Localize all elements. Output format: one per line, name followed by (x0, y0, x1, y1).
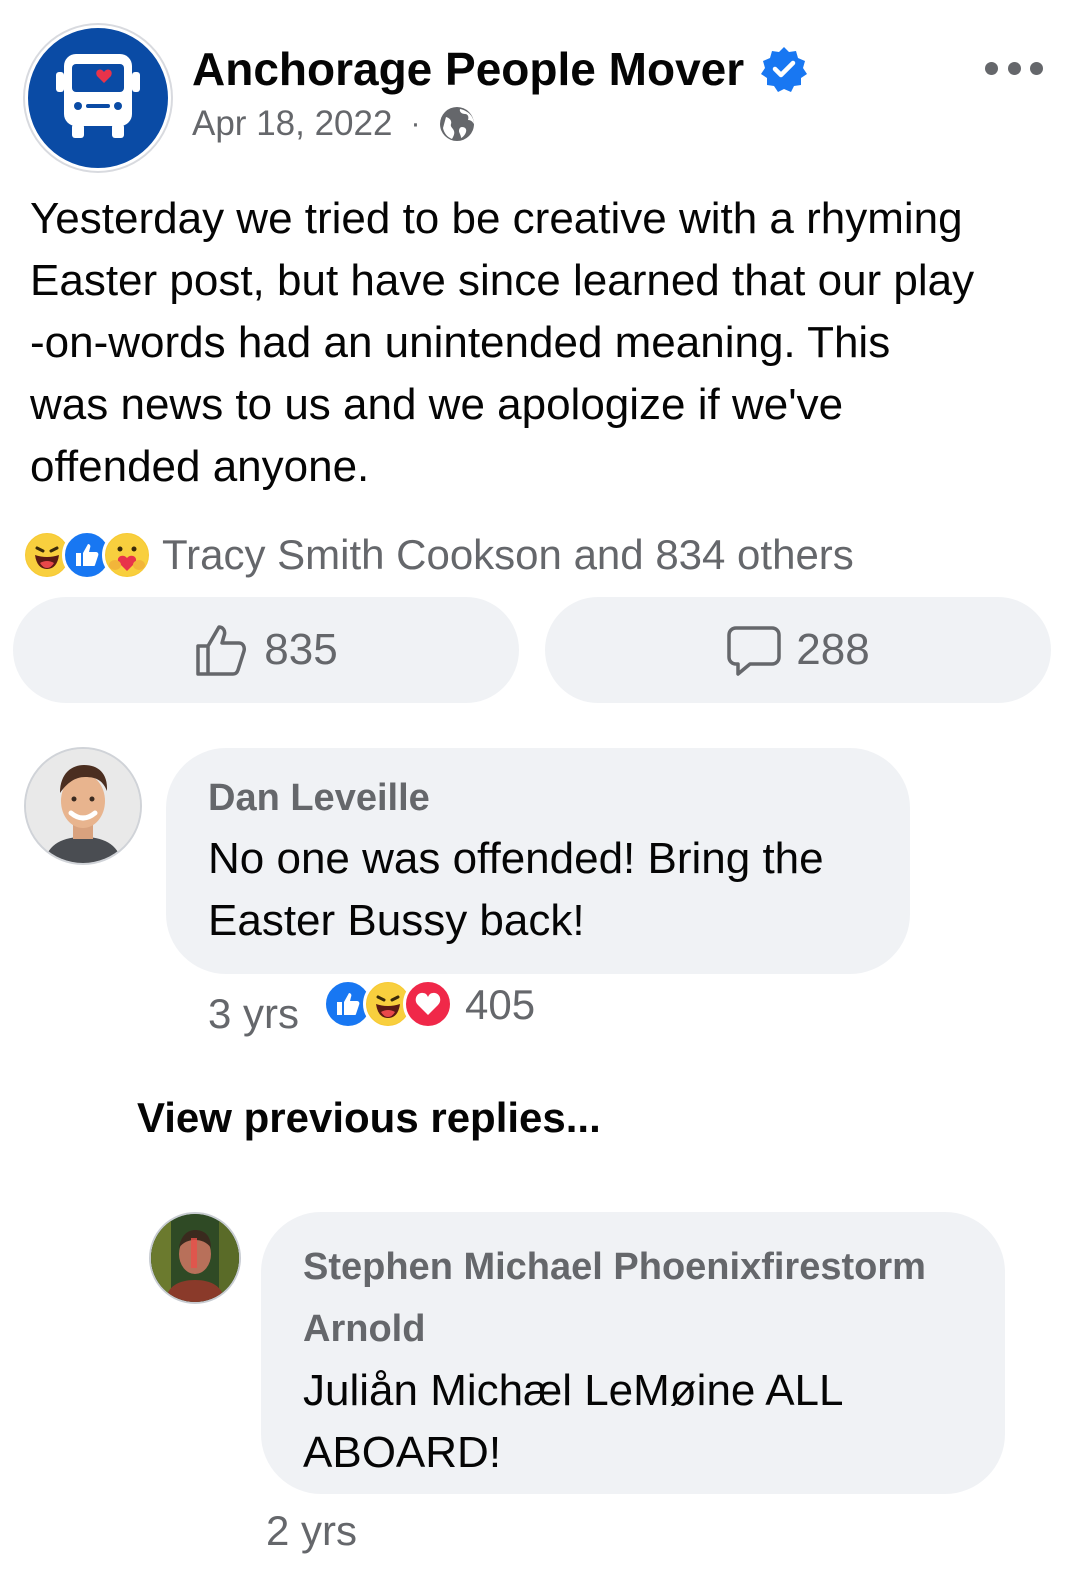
comment-meta: 3 yrs 405 (208, 979, 535, 1038)
reply-time[interactable]: 2 yrs (266, 1507, 357, 1555)
comment-reactions[interactable] (323, 979, 454, 1029)
comment-bubble-icon (727, 626, 782, 676)
view-previous-replies-link[interactable]: View previous replies... (137, 1094, 601, 1142)
reply-author-line: Stephen Michael Phoenixfirestorm (303, 1246, 926, 1288)
replier-avatar[interactable] (149, 1212, 241, 1304)
globe-icon (440, 107, 475, 141)
comment-button[interactable]: 288 (545, 597, 1051, 703)
commenter-avatar[interactable] (24, 747, 142, 865)
comment-text: No one was offended! Bring the Easter Bu… (208, 828, 868, 952)
page-name-text: Anchorage People Mover (192, 43, 745, 95)
reply-text: Juliån Michæl LeMøine ALL ABOARD! (303, 1360, 963, 1484)
like-count: 835 (264, 625, 338, 674)
comment-count: 288 (796, 625, 870, 674)
more-options-button[interactable] (985, 48, 1043, 88)
post-date[interactable]: Apr 18, 2022 (192, 104, 392, 144)
profile-photo-icon (151, 1214, 239, 1302)
reactions-row[interactable]: Tracy Smith Cookson and 834 others (22, 528, 854, 582)
reply-author[interactable]: Stephen Michael Phoenixfirestorm Arnold (303, 1236, 963, 1360)
post-meta: Apr 18, 2022 · (192, 104, 476, 144)
profile-photo-icon (26, 749, 140, 863)
care-icon (102, 530, 152, 580)
bus-logo-icon (56, 54, 140, 138)
more-dot-icon (1030, 61, 1043, 75)
page-avatar[interactable] (25, 25, 171, 171)
love-icon (403, 979, 454, 1029)
comment-text-line: Easter Bussy back! (208, 896, 585, 945)
comment-reaction-count: 405 (465, 981, 536, 1028)
reply-text-line: ABOARD! (303, 1428, 502, 1477)
reply-text-line: Juliån Michæl LeMøine ALL (303, 1366, 844, 1415)
reply-bubble[interactable]: Stephen Michael Phoenixfirestorm Arnold … (261, 1212, 1005, 1494)
more-dot-icon (985, 61, 998, 75)
verified-badge-icon (761, 47, 808, 92)
page-name[interactable]: Anchorage People Mover (192, 42, 808, 96)
comment-author[interactable]: Dan Leveille (208, 774, 868, 822)
reactions-summary[interactable]: Tracy Smith Cookson and 834 others (162, 531, 854, 579)
thumbs-up-icon (196, 625, 247, 676)
post-text: Yesterday we tried to be creative with a… (30, 194, 975, 491)
comment-time[interactable]: 3 yrs (208, 990, 299, 1038)
more-dot-icon (1007, 61, 1021, 75)
like-button[interactable]: 835 (13, 597, 519, 703)
reply-author-line: Arnold (303, 1308, 426, 1350)
comment-text-line: No one was offended! Bring the (208, 834, 824, 883)
meta-separator: · (410, 107, 421, 140)
comment-bubble[interactable]: Dan Leveille No one was offended! Bring … (166, 748, 910, 974)
